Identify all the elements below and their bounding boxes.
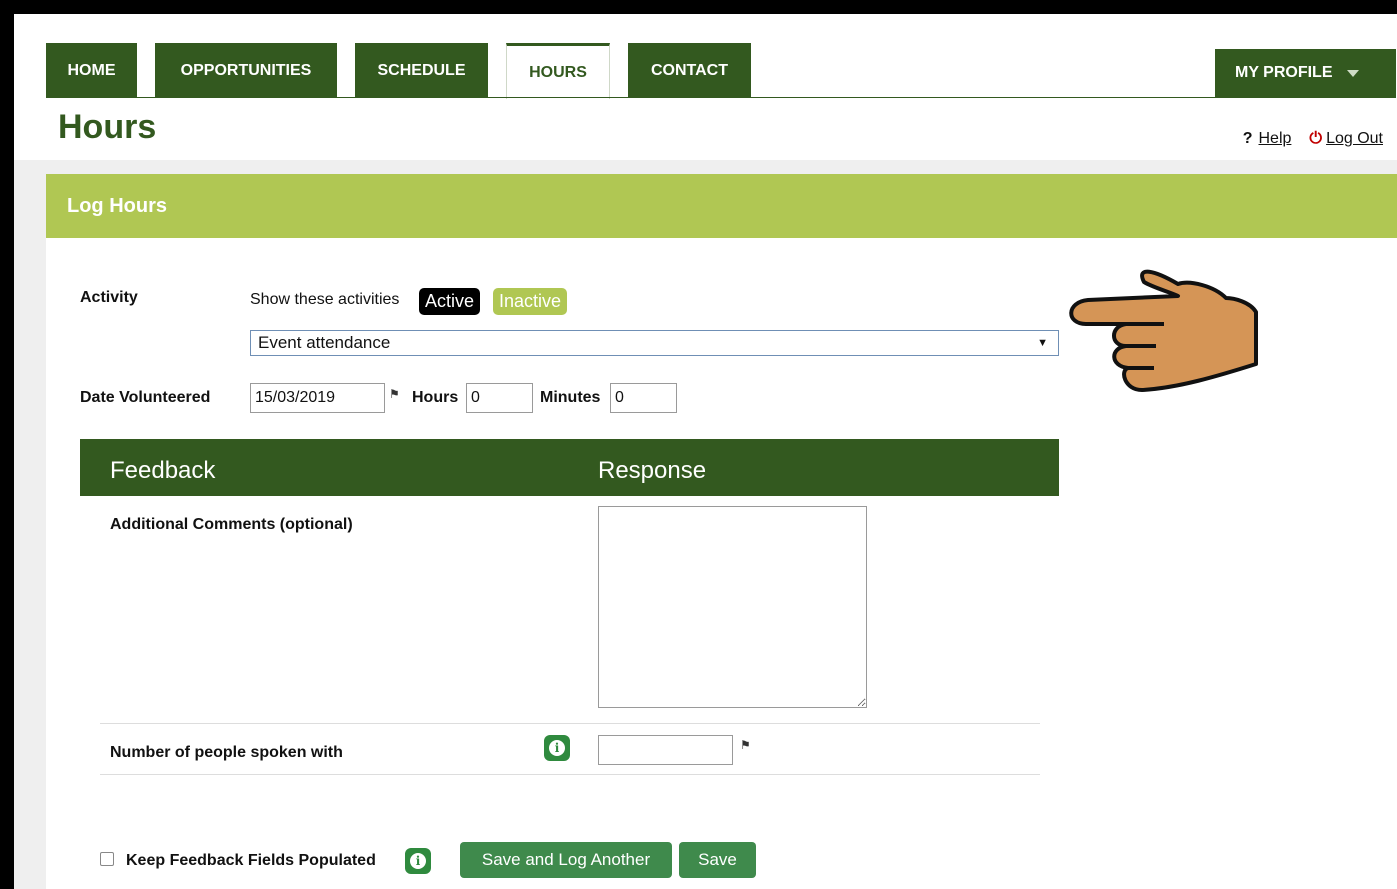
feedback-table-header: Feedback Response [80, 439, 1059, 496]
nav-tab-schedule[interactable]: SCHEDULE [355, 43, 488, 98]
feedback-column-header: Feedback [110, 457, 216, 484]
active-filter-button[interactable]: Active [419, 288, 481, 315]
people-spoken-input[interactable] [598, 735, 733, 765]
help-link[interactable]: Help [1259, 130, 1292, 147]
header-links: ? Help ⏻ Log Out [1243, 130, 1383, 148]
help-link-group: ? Help [1243, 130, 1292, 148]
row-divider [100, 774, 1040, 775]
info-icon[interactable]: i [405, 848, 431, 874]
keep-feedback-label: Keep Feedback Fields Populated [126, 852, 376, 869]
flag-icon: ⚑ [389, 387, 400, 401]
nav-tab-hours[interactable]: HOURS [506, 43, 610, 99]
logout-link[interactable]: Log Out [1326, 130, 1383, 147]
hours-label: Hours [412, 389, 459, 406]
pointing-hand-icon [1069, 269, 1258, 392]
panel-header: Log Hours [46, 174, 1397, 238]
logout-link-group: ⏻ Log Out [1309, 130, 1383, 148]
date-volunteered-input[interactable] [250, 383, 385, 413]
page-title: Hours [58, 108, 157, 146]
hours-input[interactable] [466, 383, 533, 413]
my-profile-menu[interactable]: MY PROFILE [1215, 49, 1396, 97]
chevron-down-icon [1346, 69, 1359, 77]
help-icon: ? [1242, 130, 1253, 147]
nav-tab-home[interactable]: HOME [46, 43, 137, 98]
row-divider [100, 723, 1040, 724]
minutes-label: Minutes [540, 389, 601, 406]
additional-comments-label: Additional Comments (optional) [110, 516, 353, 533]
nav-tab-contact[interactable]: CONTACT [628, 43, 751, 98]
response-column-header: Response [598, 457, 707, 484]
my-profile-label: MY PROFILE [1235, 64, 1333, 81]
people-spoken-label: Number of people spoken with [110, 744, 343, 761]
info-icon[interactable]: i [544, 735, 570, 761]
inactive-filter-button[interactable]: Inactive [493, 288, 568, 315]
show-activities-label: Show these activities [250, 291, 400, 308]
save-and-log-another-button[interactable]: Save and Log Another [460, 842, 672, 878]
window-frame-top [0, 0, 1397, 14]
dropdown-arrow-icon: ▼ [1037, 337, 1048, 349]
activity-select[interactable]: Event attendance ▼ [250, 330, 1059, 356]
keep-feedback-checkbox[interactable] [100, 852, 114, 866]
minutes-input[interactable] [610, 383, 677, 413]
activity-select-value: Event attendance [258, 333, 391, 352]
activity-label: Activity [80, 289, 138, 306]
nav-divider [46, 97, 1396, 98]
power-icon: ⏻ [1309, 130, 1323, 147]
nav-tab-opportunities[interactable]: OPPORTUNITIES [155, 43, 337, 98]
flag-icon: ⚑ [740, 738, 751, 752]
additional-comments-textarea[interactable] [598, 506, 867, 708]
window-frame-left [0, 0, 14, 889]
date-volunteered-label: Date Volunteered [80, 389, 211, 406]
save-button[interactable]: Save [679, 842, 756, 878]
